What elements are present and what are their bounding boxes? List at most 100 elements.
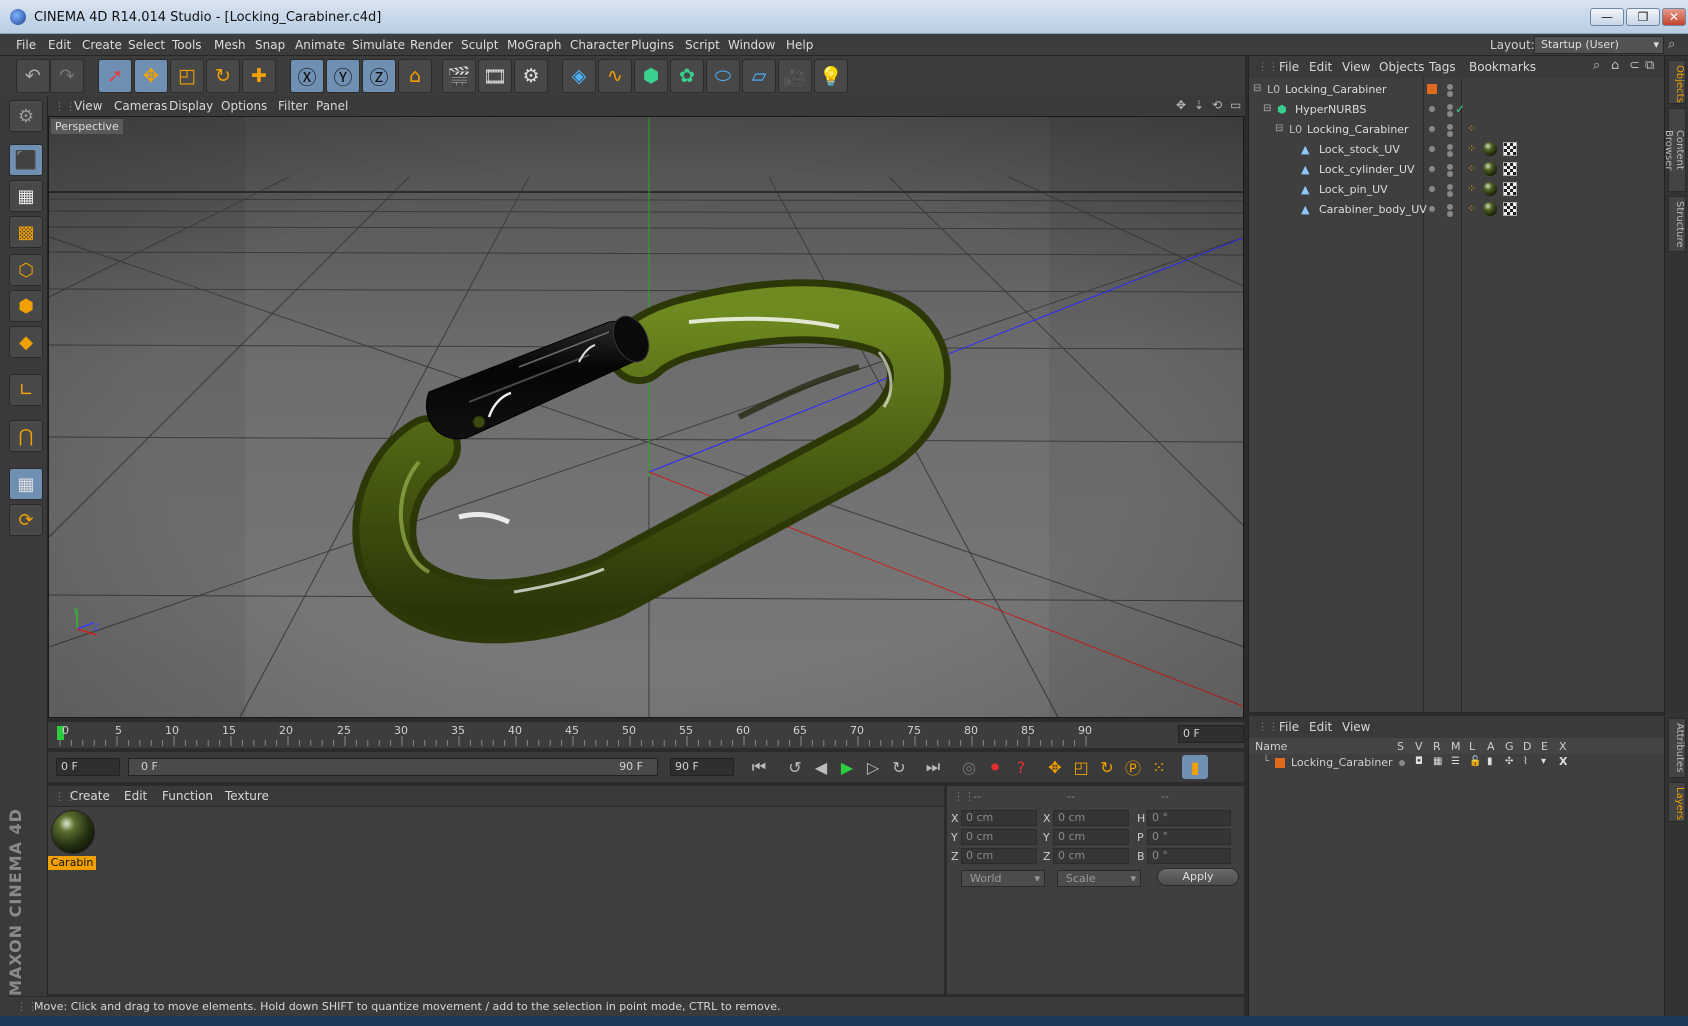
layer-dot[interactable] — [1429, 126, 1435, 132]
uvw-tag-icon[interactable] — [1503, 182, 1517, 196]
menu-mograph[interactable]: MoGraph — [507, 38, 562, 52]
pan-view-icon[interactable]: ✥ — [1176, 98, 1186, 112]
material-item[interactable]: Carabin — [48, 807, 96, 871]
minimize-button[interactable]: — — [1590, 8, 1624, 26]
viewport-menu-filter[interactable]: Filter — [278, 99, 308, 113]
z-axis-lock-icon[interactable]: Ⓩ — [362, 59, 396, 93]
render-settings-icon[interactable]: ⚙ — [514, 59, 548, 93]
search-icon[interactable]: ⌕ — [1668, 37, 1675, 52]
render-view-icon[interactable]: 🎬 — [442, 59, 476, 93]
phong-tag-icon[interactable]: ⁘ — [1467, 122, 1476, 135]
coordinate-system-icon[interactable]: ⌂ — [398, 59, 432, 93]
undo-icon[interactable]: ↶ — [16, 59, 50, 93]
phong-tag-icon[interactable]: ⁘ — [1467, 142, 1476, 155]
objects-menu-file[interactable]: File — [1279, 60, 1299, 74]
collapse-icon[interactable]: ⊟ — [1253, 83, 1265, 95]
menu-snap[interactable]: Snap — [255, 38, 285, 52]
menu-tools[interactable]: Tools — [172, 38, 202, 52]
polygons-mode-icon[interactable]: ◆ — [9, 326, 43, 358]
model-mode-icon[interactable]: ⬛ — [9, 144, 43, 176]
menu-create[interactable]: Create — [82, 38, 122, 52]
texture-mode-icon[interactable]: ▦ — [9, 180, 43, 212]
layer-row[interactable]: └ Locking_Carabiner ◘ ▦ ☰ 🔓 ▮ ✣ ⌇ ▾ X — [1249, 754, 1665, 772]
mograph-cloner-icon[interactable]: ✿ — [670, 59, 704, 93]
pos-y-field[interactable]: 0 cm — [961, 829, 1037, 845]
layers-menu-edit[interactable]: Edit — [1309, 720, 1332, 734]
material-menu-texture[interactable]: Texture — [225, 789, 269, 803]
view-toggle-icon[interactable]: ◘ — [1415, 756, 1423, 767]
menu-help[interactable]: Help — [786, 38, 813, 52]
objects-menu-edit[interactable]: Edit — [1309, 60, 1332, 74]
objects-menu-tags[interactable]: Tags — [1429, 60, 1456, 74]
visibility-editor-dot[interactable] — [1447, 164, 1453, 170]
previous-key-icon[interactable]: ↺ — [782, 755, 808, 779]
snapping-icon[interactable]: ⋂ — [9, 420, 43, 452]
collapse-icon[interactable]: ⊟ — [1275, 123, 1287, 135]
lock-toggle-icon[interactable]: 🔓 — [1469, 756, 1481, 767]
help-key-icon[interactable]: ? — [1008, 755, 1034, 779]
viewport-menu-cameras[interactable]: Cameras — [114, 99, 167, 113]
points-mode-icon[interactable]: ⬡ — [9, 254, 43, 286]
scale-tool-icon[interactable]: ◰ — [170, 59, 204, 93]
phong-tag-icon[interactable]: ⁘ — [1467, 202, 1476, 215]
tree-row[interactable]: ⊟ ⬢ HyperNURBS ✓ — [1249, 100, 1665, 120]
object-name[interactable]: Lock_stock_UV — [1319, 143, 1400, 156]
visibility-editor-dot[interactable] — [1447, 84, 1453, 90]
object-name[interactable]: Lock_cylinder_UV — [1319, 163, 1415, 176]
pos-x-field[interactable]: 0 cm — [961, 810, 1037, 826]
layer-dot[interactable] — [1429, 186, 1435, 192]
menu-simulate[interactable]: Simulate — [352, 38, 405, 52]
phong-tag-icon[interactable]: ⁘ — [1467, 182, 1476, 195]
layer-dot[interactable] — [1429, 106, 1435, 112]
collapse-icon[interactable]: ⊟ — [1263, 103, 1275, 115]
live-selection-icon[interactable]: ➚ — [98, 59, 132, 93]
visibility-editor-dot[interactable] — [1447, 184, 1453, 190]
material-tag-icon[interactable] — [1483, 142, 1497, 156]
home-icon[interactable]: ⌂ — [1611, 58, 1619, 73]
enabled-check-icon[interactable]: ✓ — [1455, 102, 1465, 116]
manager-toggle-icon[interactable]: ☰ — [1451, 756, 1460, 767]
material-menu-create[interactable]: Create — [70, 789, 110, 803]
visibility-render-dot[interactable] — [1447, 191, 1453, 197]
solo-toggle[interactable] — [1399, 760, 1405, 766]
camera-label[interactable]: Perspective — [51, 119, 123, 134]
rot-h-field[interactable]: 0 ° — [1147, 810, 1231, 826]
move-tool-icon[interactable]: ✥ — [134, 59, 168, 93]
frame-range-slider[interactable]: 0 F 90 F — [128, 758, 658, 776]
timeline-window-icon[interactable]: ▮ — [1182, 755, 1208, 779]
render-toggle-icon[interactable]: ▦ — [1433, 756, 1442, 767]
object-name[interactable]: Lock_pin_UV — [1319, 183, 1388, 196]
start-frame-field[interactable]: 0 F — [56, 758, 120, 776]
deformer-bend-icon[interactable]: ⬭ — [706, 59, 740, 93]
tree-row[interactable]: ▲ Lock_cylinder_UV ⁘ — [1249, 160, 1665, 180]
rotate-tool-icon[interactable]: ↻ — [206, 59, 240, 93]
xref-toggle-icon[interactable]: X — [1559, 755, 1567, 768]
visibility-render-dot[interactable] — [1447, 111, 1453, 117]
menu-plugins[interactable]: Plugins — [631, 38, 674, 52]
cube-primitive-icon[interactable]: ◈ — [562, 59, 596, 93]
size-x-field[interactable]: 0 cm — [1053, 810, 1129, 826]
maximize-view-icon[interactable]: ▭ — [1230, 98, 1241, 112]
tree-row[interactable]: ▲ Lock_stock_UV ⁘ — [1249, 140, 1665, 160]
end-frame-field[interactable]: 90 F — [670, 758, 734, 776]
tree-row[interactable]: ⊟ L0 Locking_Carabiner — [1249, 80, 1665, 100]
go-to-end-icon[interactable]: ⏭ — [920, 755, 946, 779]
back-icon[interactable]: ⊂ — [1629, 58, 1640, 73]
tree-row[interactable]: ▲ Lock_pin_UV ⁘ — [1249, 180, 1665, 200]
visibility-render-dot[interactable] — [1447, 91, 1453, 97]
menu-select[interactable]: Select — [128, 38, 165, 52]
tree-row[interactable]: ▲ Carabiner_body_UV ⁘ — [1249, 200, 1665, 220]
coordinate-space-select[interactable]: World ▾ — [961, 870, 1045, 887]
layer-dot[interactable] — [1429, 206, 1435, 212]
make-editable-icon[interactable]: ⚙ — [9, 100, 43, 132]
animation-toggle-icon[interactable]: ▮ — [1487, 756, 1493, 767]
material-tag-icon[interactable] — [1483, 202, 1497, 216]
apply-button[interactable]: Apply — [1157, 868, 1239, 886]
layout-select[interactable]: Startup (User) ▾ — [1534, 36, 1664, 54]
tab-attributes[interactable]: Attributes — [1668, 718, 1686, 778]
layer-color-swatch[interactable] — [1275, 758, 1285, 768]
nurbs-icon[interactable]: ⬢ — [634, 59, 668, 93]
next-key-icon[interactable]: ↻ — [886, 755, 912, 779]
y-axis-lock-icon[interactable]: Ⓨ — [326, 59, 360, 93]
layer-dot[interactable] — [1429, 166, 1435, 172]
